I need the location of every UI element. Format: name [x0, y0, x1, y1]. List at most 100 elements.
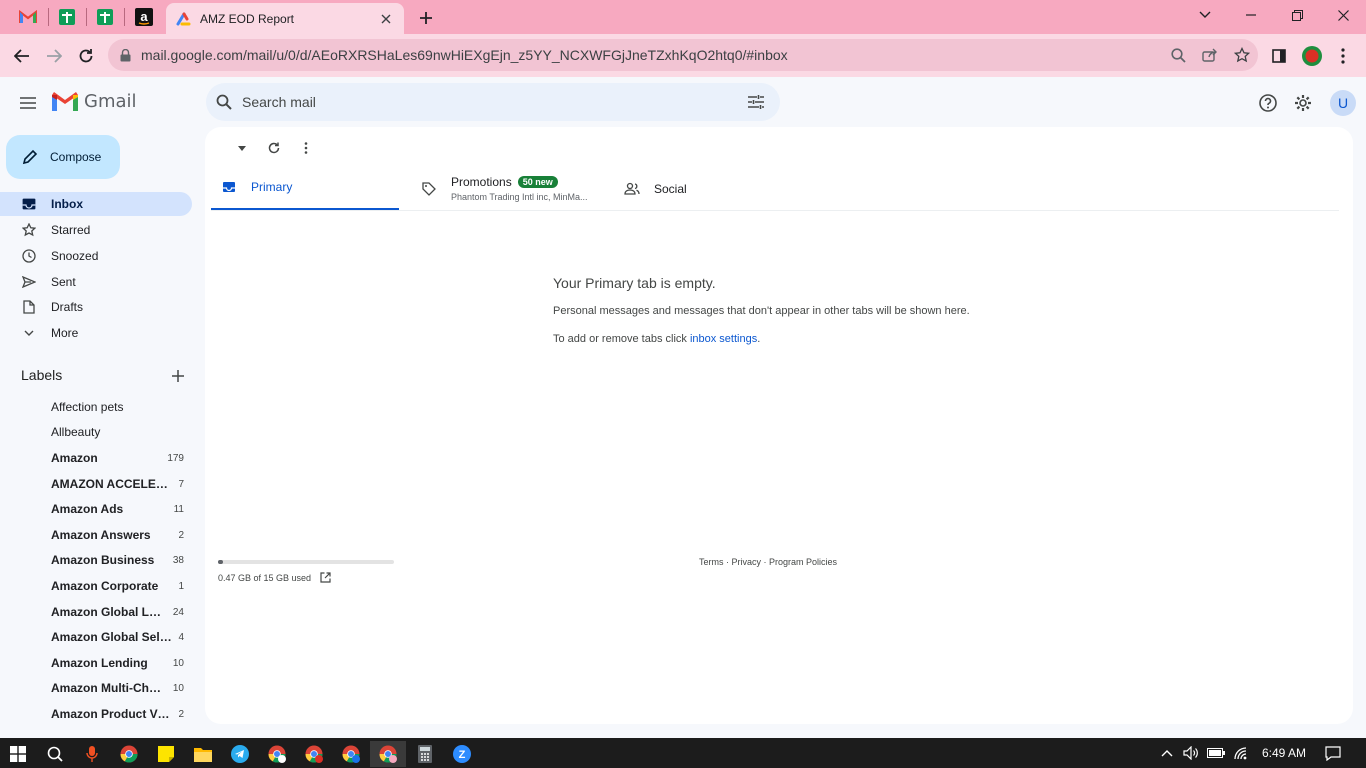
label-amazon-product-viewer[interactable]: Amazon Product Viewer2 [51, 704, 184, 724]
label-amazon-ads[interactable]: Amazon Ads 11 [51, 499, 184, 519]
inbox-settings-link[interactable]: inbox settings [690, 333, 757, 345]
taskbar-microphone[interactable] [74, 741, 110, 767]
zoom-icon[interactable] [1162, 39, 1194, 71]
bookmark-star-icon[interactable] [1226, 39, 1258, 71]
refresh-icon [268, 142, 280, 154]
label-amazon-business[interactable]: Amazon Business 38 [51, 550, 184, 570]
side-panel-button[interactable] [1264, 41, 1294, 71]
chevron-down-icon [1199, 11, 1211, 18]
label-amazon-lending[interactable]: Amazon Lending 10 [51, 653, 184, 673]
microphone-icon [86, 746, 98, 762]
network-button[interactable] [1231, 743, 1251, 763]
search-icon[interactable] [216, 94, 232, 110]
open-external-icon[interactable] [320, 572, 331, 583]
tabs-divider [211, 210, 1339, 211]
more-options-button[interactable] [296, 138, 316, 158]
label-amazon-global-logistics[interactable]: Amazon Global Logistics24 [51, 602, 184, 622]
tab-primary[interactable]: Primary [211, 166, 399, 211]
compose-button[interactable]: Compose [6, 135, 120, 179]
sidebar-item-inbox[interactable]: Inbox [0, 192, 192, 216]
browser-toolbar: mail.google.com/mail/u/0/d/AEoRXRSHaLes6… [0, 34, 1366, 77]
taskbar-telegram[interactable] [222, 741, 258, 767]
restore-button[interactable] [1274, 0, 1320, 30]
pinned-tab-sheets-2[interactable] [87, 4, 123, 30]
create-label-button[interactable] [168, 366, 188, 386]
account-avatar[interactable]: U [1330, 90, 1356, 116]
sidebar-item-more[interactable]: More [0, 321, 192, 345]
notifications-button[interactable] [1323, 743, 1343, 763]
label-allbeauty[interactable]: Allbeauty [51, 422, 184, 442]
help-icon [1259, 94, 1277, 112]
search-bar[interactable] [206, 83, 780, 121]
profile-button[interactable] [1297, 41, 1327, 71]
taskbar-file-explorer[interactable] [185, 741, 221, 767]
settings-button[interactable] [1288, 88, 1318, 118]
browser-tab-active[interactable]: AMZ EOD Report [166, 3, 404, 34]
pencil-icon [22, 149, 38, 165]
storage-usage-bar [218, 560, 394, 564]
pinned-tab-amazon[interactable]: a [126, 4, 162, 30]
support-button[interactable] [1253, 88, 1283, 118]
volume-button[interactable] [1181, 743, 1201, 763]
taskbar-chrome-profile-2[interactable] [296, 741, 332, 767]
start-button[interactable] [0, 741, 36, 767]
profile-avatar-icon [1302, 46, 1322, 66]
select-dropdown-button[interactable] [232, 138, 252, 158]
telegram-icon [231, 745, 249, 763]
label-amazon-corporate[interactable]: Amazon Corporate 1 [51, 576, 184, 596]
sidebar-item-starred[interactable]: Starred [0, 218, 192, 242]
back-button[interactable] [7, 41, 37, 71]
label-amazon-answers[interactable]: Amazon Answers 2 [51, 525, 184, 545]
folder-icon [194, 747, 212, 762]
label-amazon-accelerator[interactable]: AMAZON ACCELERATOR7 [51, 474, 184, 494]
svg-text:Z: Z [459, 749, 466, 761]
close-tab-icon[interactable] [376, 9, 396, 29]
tab-search-button[interactable] [1182, 0, 1228, 30]
label-amazon[interactable]: Amazon 179 [51, 448, 184, 468]
sidebar-item-snoozed[interactable]: Snoozed [0, 244, 192, 268]
plus-icon [172, 370, 184, 382]
sidebar-item-drafts[interactable]: Drafts [0, 295, 192, 319]
taskbar-chrome-profile-1[interactable] [259, 741, 295, 767]
browser-menu-button[interactable] [1328, 41, 1358, 71]
pinned-tab-gmail[interactable] [10, 4, 46, 30]
label-amazon-global-selling[interactable]: Amazon Global Selling 4 [51, 627, 184, 647]
share-icon[interactable] [1194, 39, 1226, 71]
wifi-icon [1234, 747, 1247, 760]
new-tab-button[interactable] [414, 6, 438, 30]
caret-down-icon [238, 145, 246, 151]
taskbar-chrome-1[interactable] [111, 741, 147, 767]
show-hidden-icons-button[interactable] [1157, 743, 1177, 763]
taskbar-chrome-profile-3[interactable] [333, 741, 369, 767]
tab-social[interactable]: Social [614, 166, 774, 211]
battery-icon [1207, 748, 1225, 758]
reload-button[interactable] [71, 41, 101, 71]
sidebar-item-sent[interactable]: Sent [0, 270, 192, 294]
battery-button[interactable] [1206, 743, 1226, 763]
taskbar-clock[interactable]: 6:49 AM [1262, 746, 1306, 760]
taskbar-chrome-active[interactable] [370, 741, 406, 767]
pinned-tab-sheets-1[interactable] [49, 4, 85, 30]
search-options-icon[interactable] [748, 95, 764, 109]
taskbar-sticky-notes[interactable] [148, 741, 184, 767]
taskbar-search-button[interactable] [37, 741, 73, 767]
refresh-button[interactable] [264, 138, 284, 158]
sidebar-item-label: Inbox [51, 197, 83, 211]
program-policies-link[interactable]: Program Policies [769, 557, 837, 567]
label-amazon-multi-channel[interactable]: Amazon Multi-Channel10 [51, 678, 184, 698]
search-icon [47, 746, 63, 762]
search-input[interactable] [242, 94, 748, 110]
storage-usage-fill [218, 560, 223, 564]
minimize-button[interactable] [1228, 0, 1274, 30]
terms-link[interactable]: Terms [699, 557, 724, 567]
address-bar[interactable]: mail.google.com/mail/u/0/d/AEoRXRSHaLes6… [108, 39, 1258, 71]
main-menu-button[interactable] [12, 87, 44, 119]
forward-button[interactable] [39, 41, 69, 71]
privacy-link[interactable]: Privacy [732, 557, 762, 567]
taskbar-zoom[interactable]: Z [444, 741, 480, 767]
label-affection-pets[interactable]: Affection pets [51, 397, 184, 417]
gmail-logo[interactable]: Gmail [52, 91, 137, 112]
close-window-button[interactable] [1320, 0, 1366, 30]
tab-promotions[interactable]: Promotions 50 new Phantom Trading Intl i… [411, 166, 611, 211]
taskbar-calculator[interactable] [407, 741, 443, 767]
